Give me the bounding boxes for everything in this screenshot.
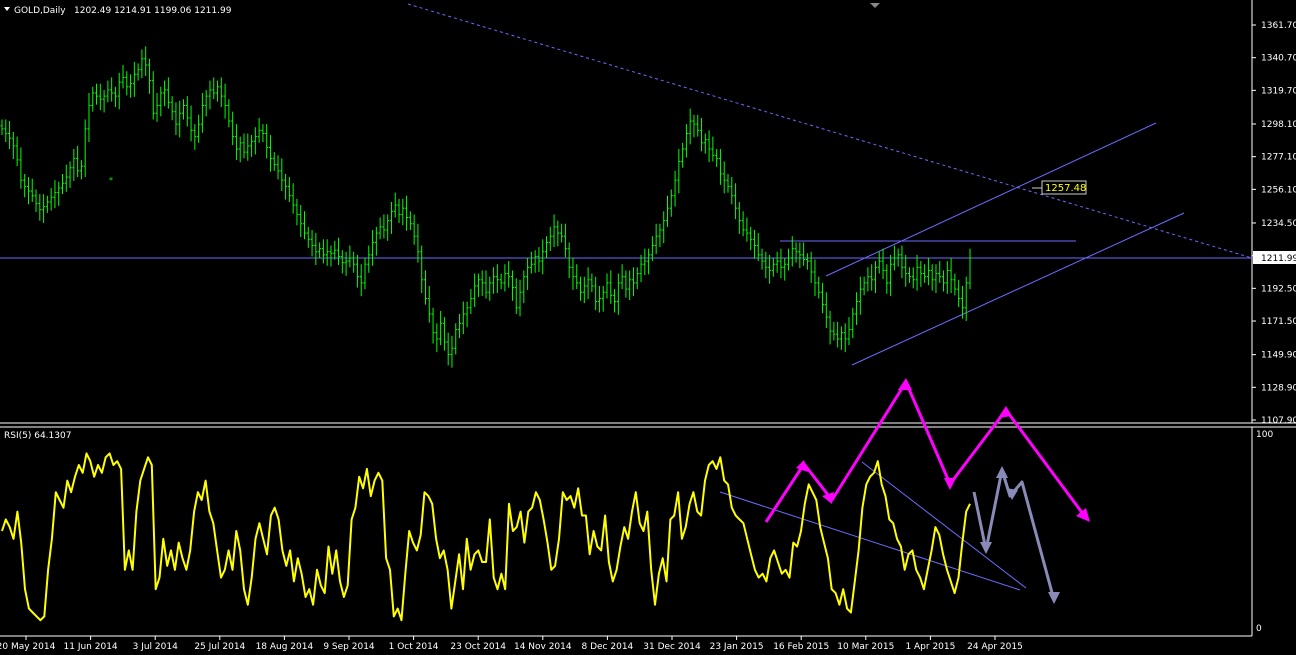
trading-chart: GOLD,Daily 1202.49 1214.91 1199.06 1211.… bbox=[0, 0, 1296, 655]
time-tick-label: 1 Oct 2014 bbox=[389, 642, 439, 652]
price-tick-label: 1298.10 bbox=[1261, 120, 1296, 130]
price-tick-label: 1171.50 bbox=[1261, 317, 1296, 327]
time-tick-label: 11 Jun 2014 bbox=[64, 642, 118, 652]
symbol-label: GOLD,Daily bbox=[14, 6, 66, 16]
price-tag-text: 1257.48 bbox=[1045, 183, 1086, 194]
price-tick-label: 1149.90 bbox=[1261, 351, 1296, 361]
price-tick-label: 1107.90 bbox=[1261, 416, 1296, 426]
time-tick-label: 24 Apr 2015 bbox=[967, 642, 1023, 652]
time-tick-label: 8 Dec 2014 bbox=[582, 642, 634, 652]
price-tick-label: 1361.70 bbox=[1261, 21, 1296, 31]
time-tick-label: 10 Mar 2015 bbox=[837, 642, 894, 652]
time-tick-label: 23 Oct 2014 bbox=[450, 642, 506, 652]
price-tick-label: 1319.70 bbox=[1261, 86, 1296, 96]
current-price-text: 1211.99 bbox=[1261, 254, 1296, 264]
time-tick-label: 23 Jan 2015 bbox=[710, 642, 764, 652]
rsi-tick-label: 100 bbox=[1256, 430, 1273, 440]
rsi-tick-label: 0 bbox=[1256, 624, 1262, 634]
time-tick-label: 1 Apr 2015 bbox=[905, 642, 955, 652]
time-tick-label: 16 Feb 2015 bbox=[773, 642, 829, 652]
price-tick-label: 1256.10 bbox=[1261, 185, 1296, 195]
time-tick-label: 25 Jul 2014 bbox=[194, 642, 245, 652]
rsi-label: RSI(5) 64.1307 bbox=[4, 431, 71, 441]
price-tick-label: 1340.70 bbox=[1261, 54, 1296, 64]
time-tick-label: 31 Dec 2014 bbox=[643, 642, 701, 652]
time-tick-label: 14 Nov 2014 bbox=[514, 642, 572, 652]
time-tick-label: 18 Aug 2014 bbox=[256, 642, 314, 652]
time-tick-label: 9 Sep 2014 bbox=[323, 642, 375, 652]
chart-background bbox=[0, 0, 1296, 655]
price-tick-label: 1277.10 bbox=[1261, 153, 1296, 163]
cross-marker: * bbox=[109, 176, 113, 185]
price-tick-label: 1234.50 bbox=[1261, 219, 1296, 229]
time-tick-label: 3 Jul 2014 bbox=[133, 642, 178, 652]
price-tick-label: 1128.90 bbox=[1261, 383, 1296, 393]
time-tick-label: 20 May 2014 bbox=[0, 642, 56, 652]
price-tick-label: 1192.50 bbox=[1261, 284, 1296, 294]
ohlc-values: 1202.49 1214.91 1199.06 1211.99 bbox=[74, 6, 232, 16]
